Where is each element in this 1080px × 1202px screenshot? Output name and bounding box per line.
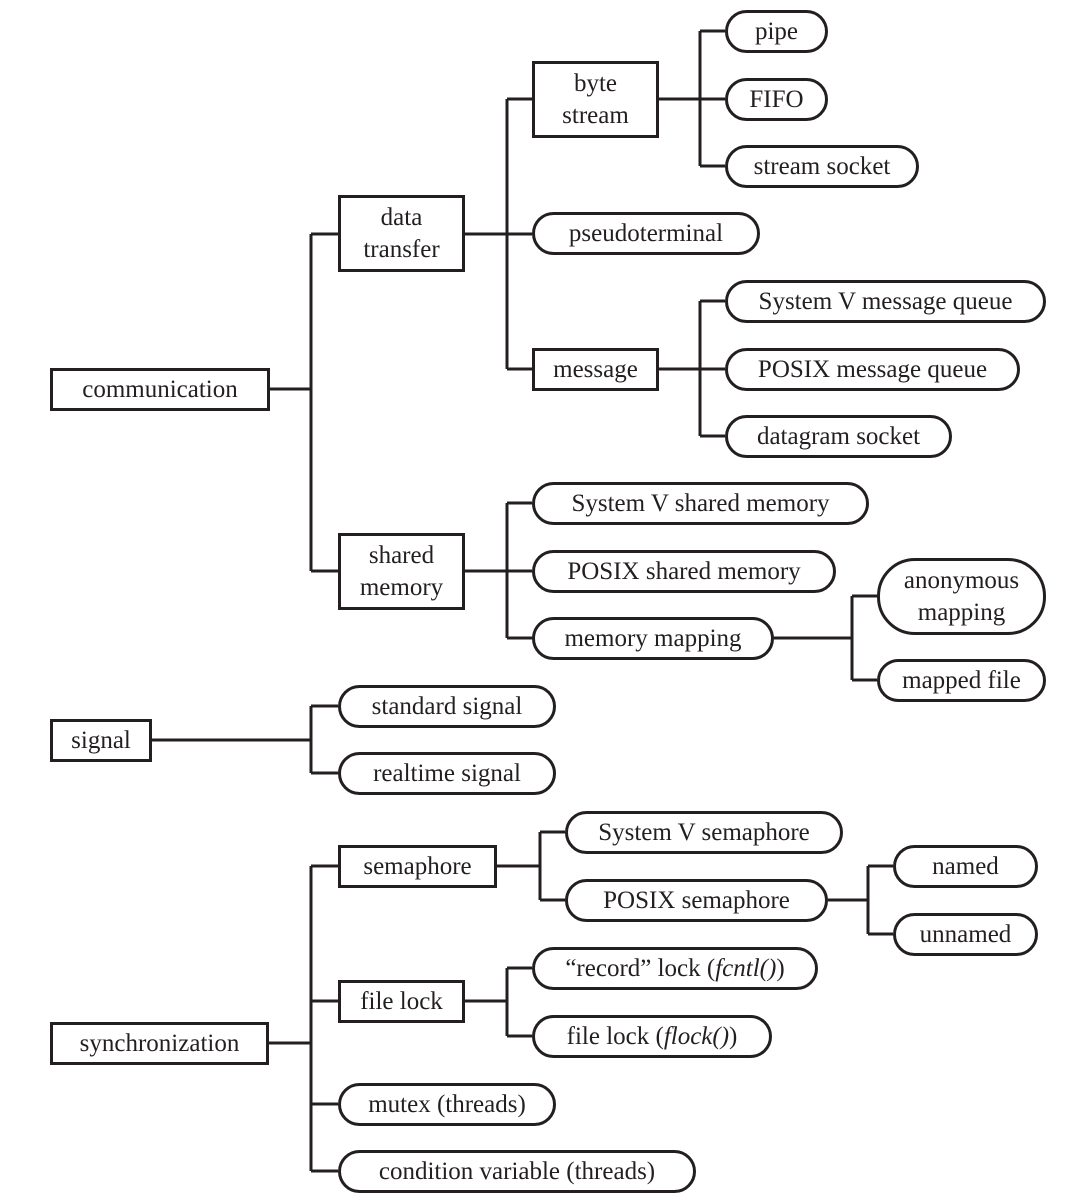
edge-data-transfer-trunk — [465, 97, 532, 371]
record-lock-prefix: “record” lock ( — [565, 954, 716, 982]
node-standard-signal: standard signal — [338, 685, 556, 728]
flock-prefix: file lock ( — [566, 1022, 664, 1050]
node-message: message — [532, 348, 659, 391]
node-synchronization: synchronization — [50, 1022, 269, 1065]
node-datagram-socket: datagram socket — [725, 415, 952, 458]
node-realtime-signal: realtime signal — [338, 752, 556, 795]
edge-semaphore-trunk — [497, 830, 565, 902]
edge-shared-memory-trunk — [465, 501, 532, 640]
node-communication: communication — [50, 368, 270, 411]
node-pseudoterminal: pseudoterminal — [532, 212, 760, 255]
node-mutex: mutex (threads) — [338, 1083, 556, 1126]
node-condition-variable: condition variable (threads) — [338, 1150, 696, 1193]
node-named: named — [893, 845, 1038, 888]
node-stream-socket: stream socket — [725, 145, 919, 188]
node-data-transfer: data transfer — [338, 195, 465, 272]
edge-file-lock-trunk — [465, 966, 532, 1038]
node-sysv-semaphore: System V semaphore — [565, 811, 843, 854]
edge-posix-semaphore-trunk — [828, 864, 893, 936]
node-signal: signal — [50, 719, 152, 762]
edge-synchronization-trunk — [269, 864, 338, 1173]
node-posix-shared-memory: POSIX shared memory — [532, 550, 836, 593]
node-byte-stream: byte stream — [532, 61, 659, 138]
node-semaphore: semaphore — [338, 845, 497, 888]
node-record-lock-fcntl: “record” lock (fcntl()) — [532, 947, 818, 990]
node-unnamed: unnamed — [893, 913, 1038, 956]
node-posix-message-queue: POSIX message queue — [725, 348, 1020, 391]
edge-message-trunk — [659, 299, 725, 438]
node-pipe: pipe — [725, 10, 828, 53]
node-fifo: FIFO — [725, 78, 828, 121]
node-sysv-message-queue: System V message queue — [725, 280, 1046, 323]
ipc-taxonomy-diagram: communication data transfer byte stream … — [0, 0, 1080, 1202]
node-sysv-shared-memory: System V shared memory — [532, 482, 869, 525]
node-posix-semaphore: POSIX semaphore — [565, 879, 828, 922]
edge-communication-trunk — [270, 232, 338, 573]
edge-byte-stream-trunk — [659, 29, 725, 168]
flock-suffix: ) — [729, 1022, 738, 1050]
record-lock-function: fcntl() — [715, 954, 777, 982]
flock-function: flock() — [663, 1022, 730, 1050]
record-lock-suffix: ) — [776, 954, 785, 982]
edge-signal-trunk — [152, 704, 338, 775]
node-file-lock-flock: file lock (flock()) — [532, 1015, 772, 1058]
node-memory-mapping: memory mapping — [532, 617, 774, 660]
node-anonymous-mapping: anonymous mapping — [877, 558, 1046, 635]
node-shared-memory: shared memory — [338, 533, 465, 610]
edge-memory-mapping-trunk — [774, 594, 877, 682]
node-mapped-file: mapped file — [877, 659, 1046, 702]
node-file-lock: file lock — [338, 980, 465, 1023]
